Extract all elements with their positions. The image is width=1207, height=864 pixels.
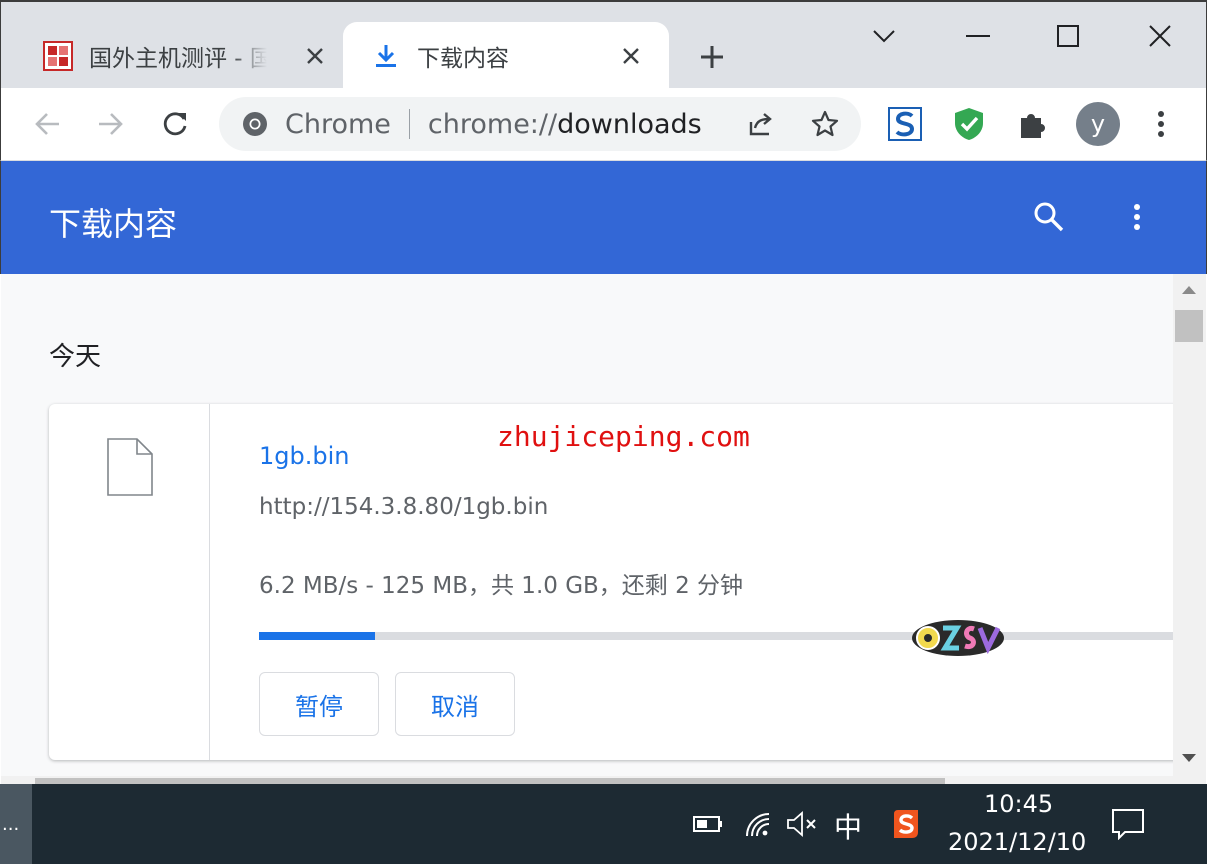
back-arrow-icon[interactable] [27, 104, 67, 144]
ozsv-graffiti-logo-icon [912, 620, 1004, 656]
downloads-list: 今天 1gb.bin http://154.3.8.80/1gb.bin 6.2… [1, 274, 1173, 784]
close-tab-icon[interactable] [617, 42, 645, 70]
tab-zhujiceping[interactable]: 国外主机测评 - 国外VPS [1, 22, 339, 90]
tab-title: 下载内容 [417, 46, 509, 72]
close-tab-icon[interactable] [301, 42, 329, 70]
date-heading: 今天 [49, 342, 102, 372]
maximize-icon[interactable] [1045, 16, 1091, 56]
new-tab-plus-icon[interactable] [693, 38, 731, 76]
ime-mode-indicator[interactable]: 中 [834, 806, 862, 846]
more-options-kebab-icon[interactable] [1117, 197, 1157, 237]
file-icon [107, 438, 153, 496]
wifi-icon[interactable] [740, 806, 776, 842]
close-window-icon[interactable] [1137, 16, 1183, 56]
site-chip: Chrome [285, 108, 391, 140]
sogou-s-extension-icon[interactable] [887, 106, 923, 142]
scroll-up-arrow-icon[interactable] [1182, 286, 1196, 294]
menu-kebab-icon[interactable] [1143, 106, 1179, 142]
browser-toolbar: Chrome chrome://downloads y [0, 88, 1207, 161]
file-name-link[interactable]: 1gb.bin [259, 442, 349, 470]
action-center-icon[interactable] [1110, 806, 1146, 842]
address-bar[interactable]: Chrome chrome://downloads [219, 97, 861, 151]
separator [408, 109, 410, 139]
downloads-header: 下载内容 [0, 161, 1207, 274]
page-title: 下载内容 [49, 205, 178, 243]
url-scheme: chrome:// [427, 108, 558, 140]
minimize-icon[interactable] [955, 16, 1001, 56]
profile-avatar[interactable]: y [1076, 102, 1120, 146]
sogou-input-icon[interactable] [888, 806, 924, 842]
clock-date[interactable]: 2021/12/10 [948, 828, 1086, 856]
download-progress-bar [259, 632, 1173, 640]
share-icon[interactable] [741, 104, 781, 144]
green-shield-extension-icon[interactable] [951, 106, 987, 142]
horizontal-scrollbar[interactable] [1, 776, 1173, 784]
site-red-seal-icon [41, 39, 75, 73]
reload-icon[interactable] [155, 104, 195, 144]
watermark-text: zhujiceping.com [497, 420, 750, 453]
file-source-url[interactable]: http://154.3.8.80/1gb.bin [259, 494, 548, 520]
file-icon-column [49, 404, 210, 760]
battery-icon[interactable] [690, 806, 726, 842]
url-path: downloads [557, 108, 702, 140]
progress-fill [259, 632, 376, 640]
tab-strip: 国外主机测评 - 国外VPS 下载内容 [0, 0, 1207, 90]
chrome-icon [243, 112, 267, 136]
taskbar-app-button[interactable]: ... [0, 784, 32, 864]
volume-muted-icon[interactable] [784, 806, 820, 842]
tab-downloads[interactable]: 下载内容 [343, 22, 669, 90]
windows-taskbar: ... 中 10:45 2021/12/10 [0, 784, 1207, 864]
forward-arrow-icon[interactable] [91, 104, 131, 144]
cancel-button[interactable]: 取消 [395, 672, 515, 736]
download-status: 6.2 MB/s - 125 MB，共 1.0 GB，还剩 2 分钟 [259, 573, 744, 599]
search-icon[interactable] [1029, 197, 1069, 237]
tab-title: 国外主机测评 - 国外VPS [89, 46, 267, 72]
scroll-down-arrow-icon[interactable] [1182, 754, 1196, 762]
scroll-thumb[interactable] [1175, 310, 1203, 342]
download-icon [369, 39, 403, 73]
extensions-puzzle-icon[interactable] [1015, 106, 1051, 142]
url-text: chrome://downloads [428, 109, 702, 140]
pause-button[interactable]: 暂停 [259, 672, 379, 736]
bookmark-star-icon[interactable] [805, 104, 845, 144]
vertical-scrollbar[interactable] [1173, 274, 1206, 784]
download-item: 1gb.bin http://154.3.8.80/1gb.bin 6.2 MB… [49, 404, 1173, 760]
chevron-down-icon[interactable] [861, 16, 907, 56]
clock-time[interactable]: 10:45 [984, 790, 1053, 818]
